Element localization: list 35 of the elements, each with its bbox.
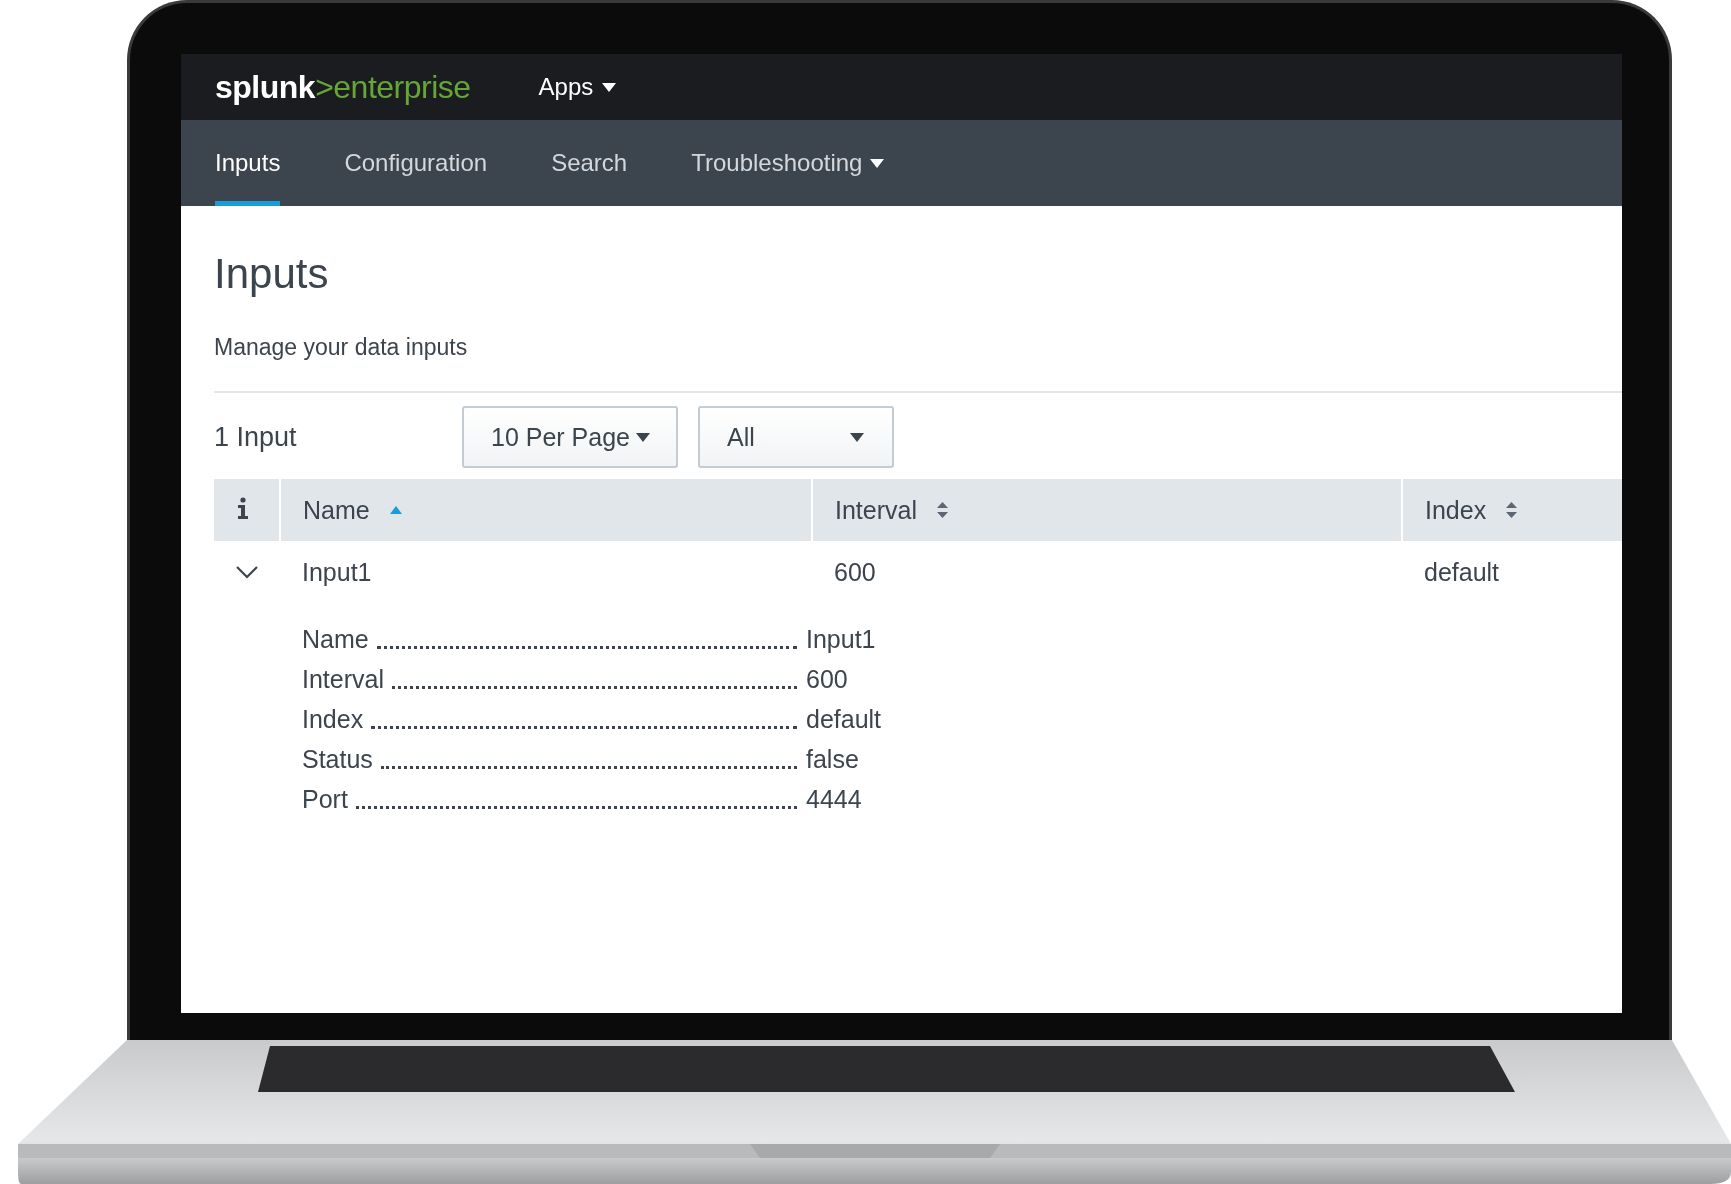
info-icon (236, 496, 250, 519)
detail-label: Status (302, 745, 373, 774)
detail-value: false (806, 745, 860, 774)
page-title: Inputs (214, 250, 330, 298)
filter-dropdown[interactable]: All (698, 406, 894, 468)
detail-label: Index (302, 705, 364, 734)
page-subtitle: Manage your data inputs (214, 334, 469, 361)
detail-label: Name (302, 625, 369, 654)
brand-name: splunk (215, 68, 316, 106)
brand-separator: > (315, 68, 334, 106)
detail-value: 600 (806, 665, 849, 694)
detail-value: default (806, 705, 883, 734)
input-count: 1 Input (214, 421, 298, 453)
column-header[interactable]: Interval (835, 495, 917, 525)
apps-menu-button[interactable]: Apps (538, 73, 617, 101)
detail-label: Port (302, 785, 348, 814)
detail-label: Interval (302, 665, 384, 694)
caret-icon (636, 432, 650, 442)
nav-tab[interactable]: Search (551, 120, 628, 206)
sort-icon[interactable] (389, 506, 402, 514)
detail-value: 4444 (806, 785, 863, 814)
table-cell: default (1424, 557, 1500, 586)
sort-icon[interactable] (1506, 502, 1518, 518)
product-name: enterprise (333, 68, 471, 106)
detail-value: Input1 (806, 625, 877, 654)
sort-icon[interactable] (937, 502, 948, 518)
nav-tab[interactable]: Configuration (344, 120, 488, 206)
table-cell: Input1 (302, 557, 372, 586)
caret-icon (850, 432, 864, 442)
table-cell: 600 (834, 557, 876, 586)
nav-tab[interactable]: Troubleshooting (691, 120, 885, 206)
page-size-dropdown[interactable]: 10 Per Page (462, 406, 678, 468)
column-header[interactable]: Name (303, 495, 370, 525)
chevron-icon[interactable] (236, 565, 258, 579)
column-header[interactable]: Index (1425, 495, 1487, 525)
